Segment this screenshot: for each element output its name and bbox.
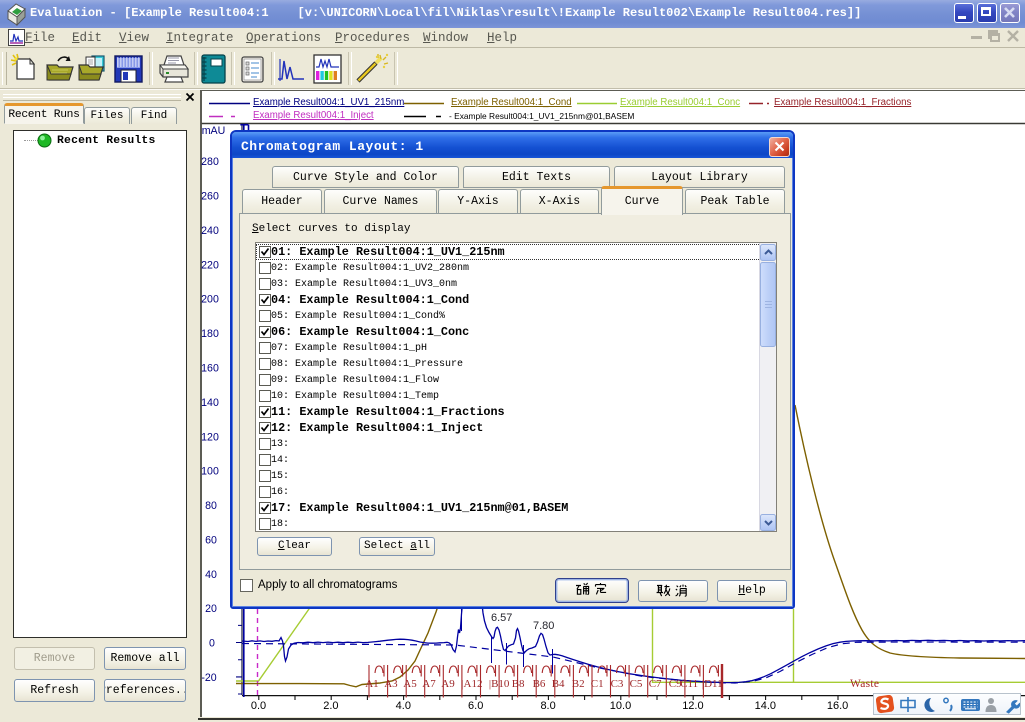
svg-text:Waste: Waste <box>850 678 879 690</box>
svg-text:B4: B4 <box>552 678 565 690</box>
svg-text:60: 60 <box>205 534 217 546</box>
svg-text:A1: A1 <box>365 678 378 690</box>
svg-text:20: 20 <box>205 603 217 615</box>
svg-text:C7: C7 <box>649 678 662 690</box>
svg-text:B8: B8 <box>512 678 525 690</box>
svg-text:14.0: 14.0 <box>755 700 776 712</box>
svg-text:|D11: |D11 <box>702 678 723 690</box>
svg-text:-20: -20 <box>201 672 216 684</box>
svg-text:10.0: 10.0 <box>610 700 631 712</box>
svg-text:4.0: 4.0 <box>396 700 411 712</box>
svg-text:160: 160 <box>201 363 219 375</box>
svg-text:A9: A9 <box>441 678 455 690</box>
svg-text:140: 140 <box>201 397 219 409</box>
svg-text:C1: C1 <box>591 678 604 690</box>
svg-text:A5: A5 <box>403 678 417 690</box>
svg-text:7.80: 7.80 <box>533 620 554 632</box>
svg-text:80: 80 <box>205 500 217 512</box>
svg-text:0: 0 <box>209 638 215 650</box>
svg-text:A7: A7 <box>422 678 436 690</box>
svg-text:2.0: 2.0 <box>323 700 338 712</box>
svg-text:B6: B6 <box>533 678 546 690</box>
svg-text:8.0: 8.0 <box>540 700 555 712</box>
svg-text:|B10: |B10 <box>489 678 510 690</box>
svg-text:0.0: 0.0 <box>251 700 266 712</box>
svg-text:C3: C3 <box>611 678 624 690</box>
svg-text:A3: A3 <box>384 678 398 690</box>
svg-text:6.57: 6.57 <box>491 612 512 624</box>
svg-text:16.0: 16.0 <box>827 700 848 712</box>
svg-text:|A12: |A12 <box>461 678 482 690</box>
svg-text:B2: B2 <box>572 678 585 690</box>
svg-text:180: 180 <box>201 328 219 340</box>
svg-text:mAU: mAU <box>202 125 226 137</box>
svg-text:6.0: 6.0 <box>468 700 483 712</box>
svg-text:12.0: 12.0 <box>682 700 703 712</box>
svg-text:40: 40 <box>205 569 217 581</box>
svg-text:260: 260 <box>201 191 219 203</box>
svg-text:280: 280 <box>201 156 219 168</box>
svg-text:200: 200 <box>201 294 219 306</box>
svg-text:100: 100 <box>201 466 219 478</box>
svg-text:C5: C5 <box>630 678 643 690</box>
svg-text:220: 220 <box>201 259 219 271</box>
svg-text:120: 120 <box>201 431 219 443</box>
svg-text:240: 240 <box>201 225 219 237</box>
svg-text:C11: C11 <box>680 678 698 690</box>
